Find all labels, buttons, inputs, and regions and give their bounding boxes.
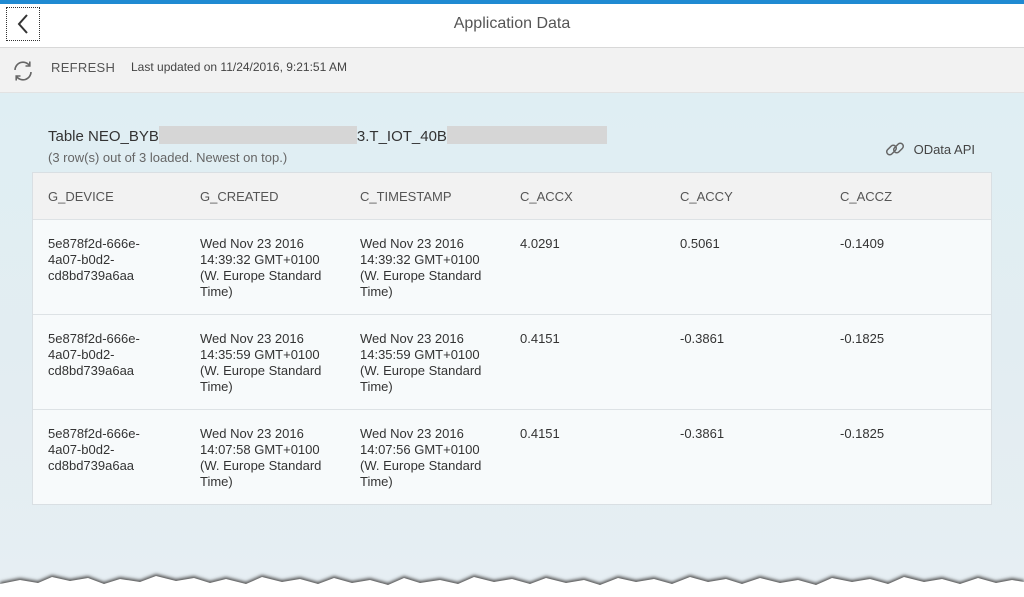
cell-c-timestamp: Wed Nov 23 2016 14:07:56 GMT+0100 (W. Eu… [360,426,482,489]
cell-c-timestamp: Wed Nov 23 2016 14:35:59 GMT+0100 (W. Eu… [360,331,482,394]
toolbar: REFRESH Last updated on 11/24/2016, 9:21… [0,48,1024,93]
last-updated-text: Last updated on 11/24/2016, 9:21:51 AM [131,60,347,74]
link-icon [885,142,904,156]
column-header-c-accz[interactable]: C_ACCZ [840,189,892,204]
cell-c-accz: -0.1825 [840,331,885,346]
cell-g-device: 5e878f2d-666e- 4a07-b0d2- cd8bd739a6aa [48,331,140,378]
column-header-g-created[interactable]: G_CREATED [200,189,350,204]
cell-c-timestamp: Wed Nov 23 2016 14:39:32 GMT+0100 (W. Eu… [360,236,482,299]
cell-c-accy: 0.5061 [680,236,720,251]
cell-g-device: 5e878f2d-666e- 4a07-b0d2- cd8bd739a6aa [48,236,140,283]
torn-edge [0,574,1024,597]
table-row[interactable]: 5e878f2d-666e- 4a07-b0d2- cd8bd739a6aa W… [33,410,991,504]
table-header: G_DEVICE G_CREATED C_TIMESTAMP C_ACCX C_… [33,173,991,220]
table-row[interactable]: 5e878f2d-666e- 4a07-b0d2- cd8bd739a6aa W… [33,220,991,315]
cell-c-accx: 0.4151 [520,426,560,441]
column-header-c-accy[interactable]: C_ACCY [680,189,733,204]
redacted-block [158,126,357,144]
cell-g-created: Wed Nov 23 2016 14:39:32 GMT+0100 (W. Eu… [200,236,322,299]
refresh-button[interactable]: REFRESH [51,60,115,75]
cell-g-created: Wed Nov 23 2016 14:35:59 GMT+0100 (W. Eu… [200,331,322,394]
refresh-icon[interactable] [11,59,35,83]
cell-c-accx: 0.4151 [520,331,560,346]
cell-c-accy: -0.3861 [680,426,725,441]
cell-c-accy: -0.3861 [680,331,725,346]
data-table: G_DEVICE G_CREATED C_TIMESTAMP C_ACCX C_… [32,172,992,505]
column-header-g-device[interactable]: G_DEVICE [48,189,188,204]
cell-c-accx: 4.0291 [520,236,560,251]
odata-api-label: OData API [913,141,975,157]
row-count-text: (3 row(s) out of 3 loaded. Newest on top… [48,150,288,165]
odata-api-link[interactable]: OData API [884,138,975,160]
cell-g-device: 5e878f2d-666e- 4a07-b0d2- cd8bd739a6aa [48,426,140,473]
table-name-middle: 3.T_IOT_40B [356,128,447,145]
cell-c-accz: -0.1825 [840,426,885,441]
page-title: Application Data [453,15,571,32]
column-header-c-timestamp[interactable]: C_TIMESTAMP [360,189,510,204]
table-row[interactable]: 5e878f2d-666e- 4a07-b0d2- cd8bd739a6aa W… [33,315,991,410]
redacted-block [446,126,607,144]
table-name-prefix: Table NEO_BYB [48,128,159,145]
cell-c-accz: -0.1409 [840,236,885,251]
table-name: Table NEO_BYB 3.T_IOT_40B [48,126,607,145]
app-header: Application Data [0,4,1024,48]
cell-g-created: Wed Nov 23 2016 14:07:58 GMT+0100 (W. Eu… [200,426,322,489]
column-header-c-accx[interactable]: C_ACCX [520,189,573,204]
main-content: Table NEO_BYB 3.T_IOT_40B (3 row(s) out o… [0,93,1024,597]
